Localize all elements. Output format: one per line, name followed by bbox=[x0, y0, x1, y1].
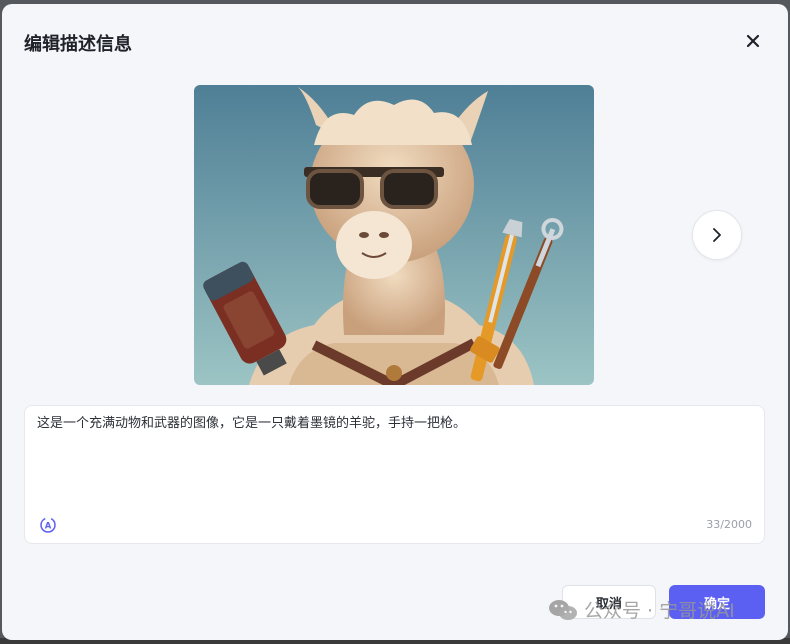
ai-rewrite-icon[interactable]: A bbox=[39, 516, 57, 534]
chevron-right-icon bbox=[713, 228, 721, 242]
char-count: 33/2000 bbox=[706, 518, 752, 531]
watermark-text: 公众号 · 宁哥说AI bbox=[584, 600, 735, 622]
watermark: 公众号 · 宁哥说AI bbox=[548, 596, 735, 623]
preview-image bbox=[194, 85, 594, 385]
wechat-icon bbox=[549, 599, 577, 620]
dialog-title: 编辑描述信息 bbox=[24, 34, 132, 55]
description-editor: 这是一个充满动物和武器的图像，它是一只戴着墨镜的羊驼，手持一把枪。 A 33/2… bbox=[24, 405, 765, 544]
description-textarea[interactable]: 这是一个充满动物和武器的图像，它是一只戴着墨镜的羊驼，手持一把枪。 bbox=[37, 415, 747, 505]
close-icon bbox=[746, 34, 760, 48]
alpaca-illustration bbox=[194, 85, 594, 385]
edit-description-dialog: 编辑描述信息 这是一个充满动物和武器的图像，它是一只戴着墨镜的羊驼，手持一把枪。… bbox=[2, 4, 788, 640]
close-button[interactable] bbox=[742, 30, 764, 52]
svg-text:A: A bbox=[45, 522, 52, 532]
next-image-button[interactable] bbox=[692, 210, 742, 260]
